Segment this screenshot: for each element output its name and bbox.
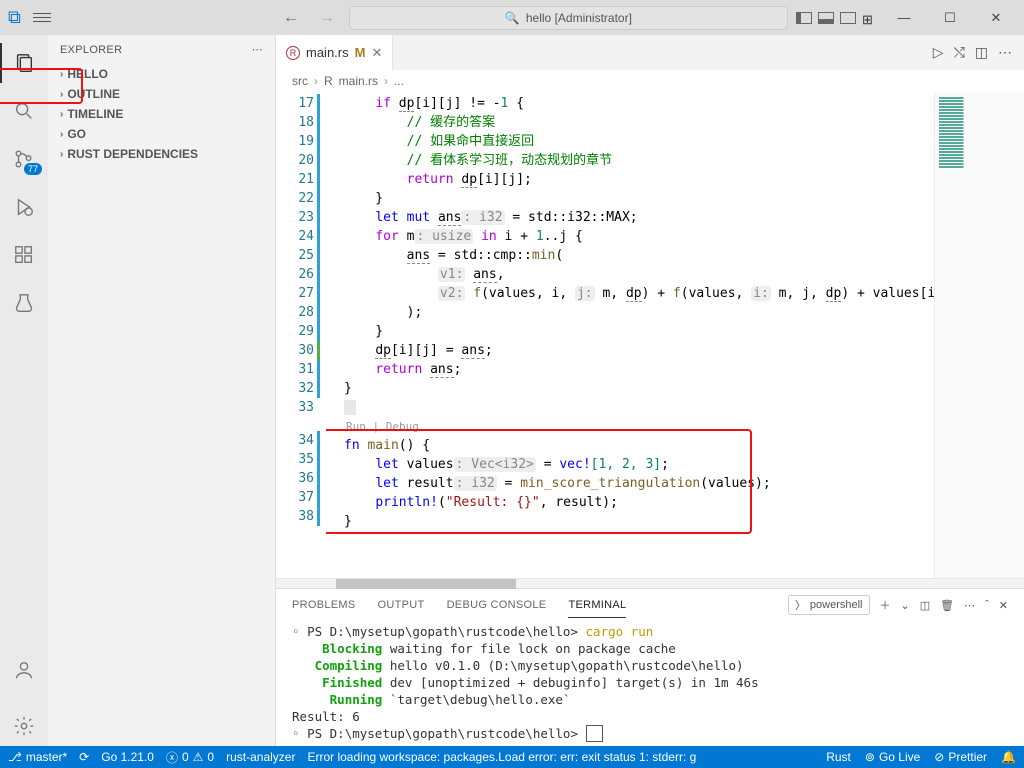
layout-custom-icon[interactable]: ⊞: [862, 12, 878, 24]
layout-left-icon[interactable]: [796, 12, 812, 24]
rust-analyzer-status[interactable]: rust-analyzer: [226, 750, 295, 764]
terminal-output[interactable]: ◦ PS D:\mysetup\gopath\rustcode\hello> c…: [276, 621, 1024, 746]
prettier-status[interactable]: ⊘Prettier: [934, 750, 987, 764]
sync-icon: ⟳: [79, 750, 89, 764]
tab-main-rs[interactable]: R main.rs M ✕: [276, 35, 393, 70]
modified-indicator: M: [355, 45, 366, 60]
title-bar: ⧉ ← → 🔍 hello [Administrator] ⊞ — ☐ ✕: [0, 0, 1024, 35]
layout-bottom-icon[interactable]: [818, 12, 834, 24]
go-version[interactable]: Go 1.21.0: [101, 750, 154, 764]
split-editor-icon[interactable]: ◫: [975, 44, 988, 61]
nav-back-icon[interactable]: ←: [277, 9, 305, 27]
broadcast-icon: ⊚: [865, 750, 875, 764]
bottom-panel: PROBLEMS OUTPUT DEBUG CONSOLE TERMINAL 〉…: [276, 588, 1024, 746]
line-gutter: 1718192021222324252627282930313233343536…: [276, 92, 326, 578]
run-debug-icon[interactable]: [0, 187, 48, 227]
breadcrumb[interactable]: src› R main.rs› ...: [276, 70, 1024, 92]
nav-forward-icon[interactable]: →: [313, 9, 341, 27]
branch-status[interactable]: ⎇master*: [8, 750, 67, 764]
tree-rust-deps[interactable]: ›RUST DEPENDENCIES: [48, 144, 275, 164]
minimap[interactable]: [934, 92, 1024, 578]
editor-tabs: R main.rs M ✕ ▷ ⤭ ◫ ⋯: [276, 35, 1024, 70]
panel-more-icon[interactable]: ⋯: [964, 599, 975, 612]
language-mode[interactable]: Rust: [826, 750, 851, 764]
sidebar-title: EXPLORER: [60, 44, 122, 56]
hamburger-menu-icon[interactable]: [33, 13, 51, 22]
chevron-right-icon: ›: [60, 69, 63, 80]
panel-tab-problems[interactable]: PROBLEMS: [292, 593, 356, 617]
code-editor[interactable]: 1718192021222324252627282930313233343536…: [276, 92, 1024, 578]
panel-close-icon[interactable]: ✕: [999, 599, 1008, 612]
search-icon: 🔍: [505, 11, 520, 25]
editor-more-icon[interactable]: ⋯: [998, 44, 1012, 61]
close-button[interactable]: ✕: [976, 10, 1016, 26]
rust-file-icon: R: [324, 74, 333, 88]
command-center-text: hello [Administrator]: [526, 11, 632, 25]
scm-badge: 77: [24, 163, 42, 175]
error-message[interactable]: Error loading workspace: packages.Load e…: [307, 750, 814, 764]
activity-bar: 77: [0, 35, 48, 746]
chevron-right-icon: ›: [60, 89, 63, 100]
search-icon[interactable]: [0, 91, 48, 131]
terminal-shell-select[interactable]: 〉powershell: [788, 595, 870, 615]
tree-timeline[interactable]: ›TIMELINE: [48, 104, 275, 124]
accounts-icon[interactable]: [0, 650, 48, 690]
diff-icon[interactable]: ⤭: [954, 44, 965, 61]
maximize-button[interactable]: ☐: [930, 10, 970, 26]
horizontal-scrollbar[interactable]: [276, 578, 1024, 588]
minimize-button[interactable]: —: [884, 10, 924, 25]
explorer-icon[interactable]: [0, 43, 48, 83]
block-icon: ⊘: [934, 750, 944, 764]
command-center[interactable]: 🔍 hello [Administrator]: [349, 6, 788, 30]
go-live[interactable]: ⊚Go Live: [865, 750, 920, 764]
chevron-right-icon: ›: [60, 149, 63, 160]
chevron-right-icon: ›: [60, 109, 63, 120]
panel-tab-terminal[interactable]: TERMINAL: [568, 593, 626, 618]
tree-hello[interactable]: ›HELLO: [48, 64, 275, 84]
tab-label: main.rs: [306, 45, 349, 60]
sync-status[interactable]: ⟳: [79, 750, 89, 764]
terminal-dropdown-icon[interactable]: ⌄: [901, 599, 910, 612]
run-icon[interactable]: ▷: [933, 44, 944, 61]
kill-terminal-icon[interactable]: 🗑: [940, 599, 954, 612]
panel-tab-debug[interactable]: DEBUG CONSOLE: [447, 593, 547, 617]
notifications-icon[interactable]: 🔔: [1001, 750, 1016, 764]
settings-gear-icon[interactable]: [0, 706, 48, 746]
branch-icon: ⎇: [8, 750, 22, 764]
vscode-logo-icon: ⧉: [8, 7, 21, 28]
tree-outline[interactable]: ›OUTLINE: [48, 84, 275, 104]
diagnostics[interactable]: ⓧ 0 ⚠ 0: [166, 749, 214, 766]
code-content[interactable]: if dp[i][j] != -1 { // 缓存的答案 // 如果命中直接返回…: [326, 92, 934, 578]
warning-icon: ⚠: [193, 750, 204, 764]
layout-right-icon[interactable]: [840, 12, 856, 24]
panel-maximize-icon[interactable]: ˆ: [985, 599, 989, 611]
sidebar-more-icon[interactable]: ⋯: [252, 43, 263, 56]
new-terminal-icon[interactable]: ＋: [880, 597, 891, 613]
split-terminal-icon[interactable]: ◫: [920, 599, 930, 612]
explorer-sidebar: EXPLORER ⋯ ›HELLO ›OUTLINE ›TIMELINE ›GO…: [48, 35, 276, 746]
extensions-icon[interactable]: [0, 235, 48, 275]
chevron-right-icon: ›: [60, 129, 63, 140]
codelens[interactable]: Run | Debug: [344, 420, 419, 433]
panel-tab-output[interactable]: OUTPUT: [378, 593, 425, 617]
rust-file-icon: R: [286, 46, 300, 60]
testing-icon[interactable]: [0, 283, 48, 323]
status-bar: ⎇master* ⟳ Go 1.21.0 ⓧ 0 ⚠ 0 rust-analyz…: [0, 746, 1024, 768]
tree-go[interactable]: ›GO: [48, 124, 275, 144]
tab-close-icon[interactable]: ✕: [371, 45, 382, 61]
source-control-icon[interactable]: 77: [0, 139, 48, 179]
error-icon: ⓧ: [166, 749, 178, 766]
